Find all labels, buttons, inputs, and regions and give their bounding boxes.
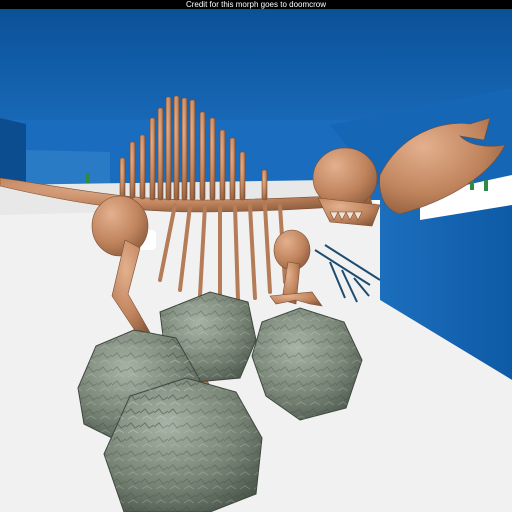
hip-joint — [91, 195, 149, 257]
credit-banner: Credit for this morph goes to doomcrow — [0, 0, 512, 9]
game-viewport[interactable]: elc — [0, 0, 512, 512]
